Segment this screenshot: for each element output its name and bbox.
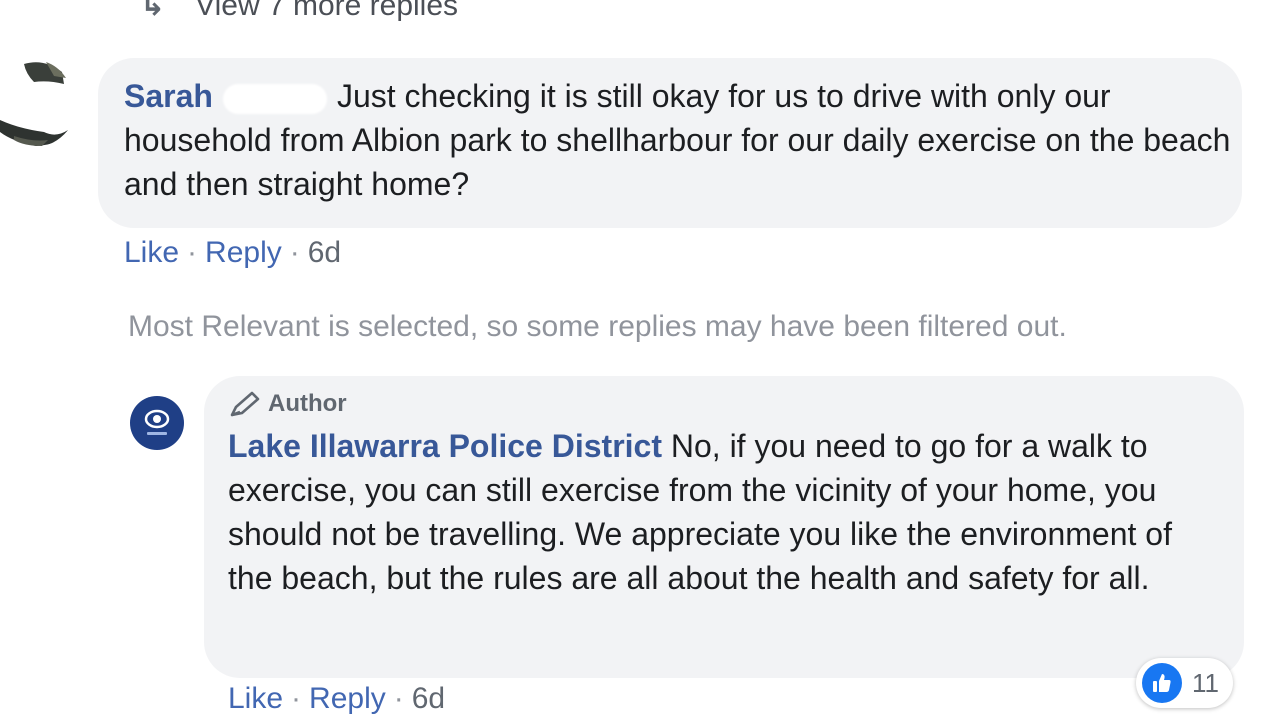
comment-thread: ↳ View 7 more replies Sarah Just checking… xyxy=(0,0,1280,720)
comment-timestamp[interactable]: 6d xyxy=(412,682,445,716)
comment-bubble: Sarah Just checking it is still okay for … xyxy=(98,58,1242,228)
author-badge-label: Author xyxy=(268,390,347,417)
avatar[interactable] xyxy=(0,54,78,148)
reaction-count-label: 11 xyxy=(1192,667,1219,698)
view-more-replies-link[interactable]: ↳ View 7 more replies xyxy=(140,0,458,23)
police-avatar[interactable] xyxy=(130,396,184,450)
police-logo-icon xyxy=(144,409,170,435)
reply-link[interactable]: Reply xyxy=(205,236,282,270)
filter-notice: Most Relevant is selected, so some repli… xyxy=(128,310,1067,343)
like-icon xyxy=(1142,663,1182,703)
like-link[interactable]: Like xyxy=(124,236,179,270)
view-more-replies-label[interactable]: View 7 more replies xyxy=(195,0,458,23)
separator: · xyxy=(289,236,300,269)
separator: · xyxy=(187,236,198,269)
like-link[interactable]: Like xyxy=(228,682,283,716)
reply-arrow-icon: ↳ xyxy=(140,0,166,22)
author-badge: Author xyxy=(228,388,1244,420)
comment-timestamp[interactable]: 6d xyxy=(308,236,341,270)
reaction-count[interactable]: 11 xyxy=(1136,658,1233,708)
comment-bubble: Author Lake Illawarra Police District No… xyxy=(204,376,1244,678)
separator: · xyxy=(393,682,404,715)
comment-author-link[interactable]: Sarah xyxy=(124,78,213,114)
comment-actions: Like · Reply · 6d xyxy=(124,236,341,270)
comment-actions: Like · Reply · 6d xyxy=(228,682,445,716)
pencil-icon xyxy=(230,391,260,417)
redacted-surname xyxy=(222,83,327,114)
reply-link[interactable]: Reply xyxy=(309,682,386,716)
comment-author-link[interactable]: Lake Illawarra Police District xyxy=(228,428,662,464)
separator: · xyxy=(291,682,302,715)
